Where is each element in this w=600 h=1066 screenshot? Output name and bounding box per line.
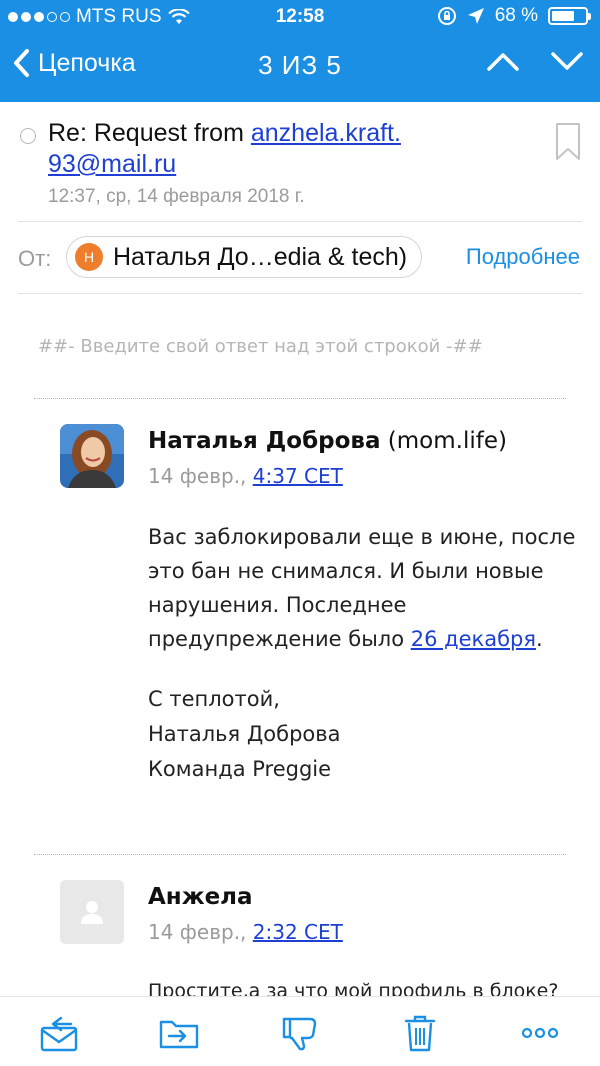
status-bar: MTS RUS 12:58 68 % <box>0 0 600 34</box>
read-status-indicator[interactable] <box>20 128 36 144</box>
message-time-link[interactable]: 4:37 CET <box>253 464 343 488</box>
subject-prefix: Re: Request from <box>48 119 251 147</box>
rotation-lock-icon <box>437 7 456 25</box>
sender-chip[interactable]: Н Наталья До…edia & tech) <box>66 236 423 278</box>
battery-percent: 68 % <box>494 5 538 26</box>
top-bar: MTS RUS 12:58 68 % Цепочка 3 ИЗ 5 <box>0 0 600 102</box>
pager-arrows <box>486 50 584 72</box>
divider <box>18 221 582 222</box>
from-row: От: Н Наталья До…edia & tech) Подробнее <box>0 228 600 290</box>
battery-icon <box>548 7 591 25</box>
bottom-toolbar <box>0 996 600 1066</box>
email-subject: Re: Request from anzhela.kraft. 93@mail.r… <box>48 118 528 180</box>
email-date: 12:37, ср, 14 февраля 2018 г. <box>48 186 305 207</box>
avatar <box>60 880 124 944</box>
sender-avatar: Н <box>75 243 103 271</box>
sender-name: Наталья До…edia & tech) <box>113 242 408 271</box>
message-separator <box>34 398 566 399</box>
message-date: 14 февр., 4:37 CET <box>148 464 343 488</box>
more-icon <box>521 1027 559 1039</box>
next-message-button[interactable] <box>550 50 584 72</box>
user-placeholder-icon <box>81 901 103 924</box>
message-separator <box>34 854 566 855</box>
message-sender: Наталья Доброва (mom.life) <box>148 428 507 454</box>
more-button[interactable] <box>518 1011 562 1055</box>
bookmark-icon[interactable] <box>554 122 582 162</box>
message-body: Вас заблокировали еще в июне, после это … <box>148 525 576 651</box>
message-date: 14 февр., 2:32 CET <box>148 920 343 944</box>
email-header: Re: Request from anzhela.kraft. 93@mail.r… <box>0 112 600 222</box>
previous-message-button[interactable] <box>486 50 520 72</box>
date-link[interactable]: 26 декабря <box>411 627 536 651</box>
status-right: 68 % <box>437 5 591 27</box>
reply-all-icon <box>40 1016 78 1052</box>
thumbs-down-icon <box>282 1017 317 1051</box>
trash-icon <box>404 1015 436 1052</box>
move-icon <box>159 1020 199 1049</box>
message-item: Анжела 14 февр., 2:32 CET Простите,а за … <box>60 880 580 1002</box>
details-link[interactable]: Подробнее <box>466 244 580 270</box>
from-label: От: <box>18 246 52 271</box>
delete-button[interactable] <box>398 1011 442 1055</box>
message-signature: С теплотой, Наталья Доброва Команда Preg… <box>148 687 341 781</box>
move-button[interactable] <box>157 1011 201 1055</box>
message-sender: Анжела <box>148 884 253 910</box>
avatar <box>60 424 124 488</box>
location-icon <box>467 8 484 24</box>
reply-hint: ##- Введите свой ответ над этой строкой … <box>38 336 483 357</box>
reply-all-button[interactable] <box>37 1011 81 1055</box>
divider <box>18 293 582 294</box>
spam-button[interactable] <box>278 1011 322 1055</box>
message-time-link[interactable]: 2:32 CET <box>253 920 343 944</box>
nav-bar: Цепочка 3 ИЗ 5 <box>0 36 600 98</box>
message-item: Наталья Доброва (mom.life) 14 февр., 4:3… <box>60 424 580 824</box>
